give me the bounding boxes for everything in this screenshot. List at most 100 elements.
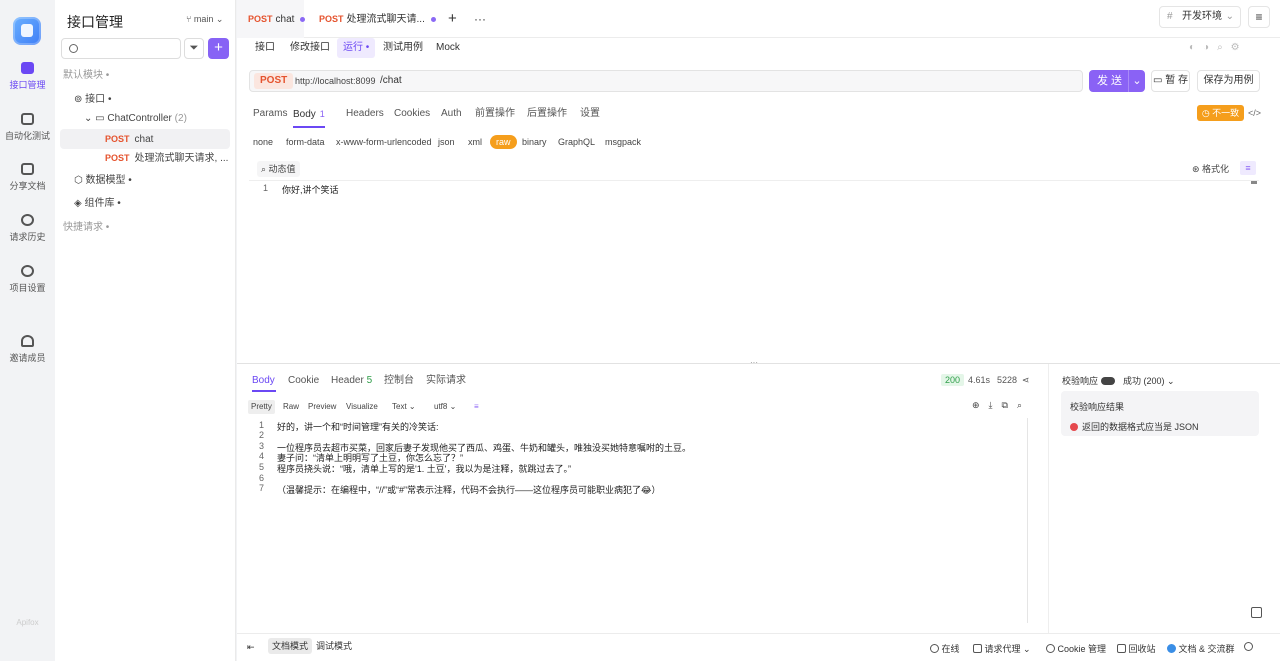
more-tabs-button[interactable]: ··· [474,0,486,38]
tree-item-components[interactable]: ◈ 组件库 • [55,194,236,214]
tree-item-chat[interactable]: POST chat [60,129,230,149]
path-input[interactable]: /chat [380,71,402,91]
body-type-raw[interactable]: raw [490,135,517,149]
body-type-urlencoded[interactable]: x-www-form-urlencoded [336,135,432,149]
save-button[interactable]: ▭ 暂 存 [1151,70,1190,92]
resp-tab-header[interactable]: Header 5 [331,374,372,388]
proxy-icon [973,644,982,653]
rail-item-share-docs[interactable]: 分享文档 [0,163,55,192]
subtab-edit[interactable]: 修改接口 [290,38,330,58]
body-type-json[interactable]: json [438,135,455,149]
tab-pre-processors[interactable]: 前置操作 [475,106,515,128]
rail-item-settings[interactable]: 项目设置 [0,265,55,294]
recycle-bin[interactable]: 回收站 [1117,642,1156,655]
method-selector[interactable]: POST [254,73,294,89]
chevron-down-icon[interactable]: ⌄ [1128,70,1145,92]
rail-item-history[interactable]: 请求历史 [0,214,55,243]
tab-params[interactable]: Params [253,106,287,128]
branch-selector[interactable]: ⑂ main ⌄ [186,14,223,25]
subtab-run[interactable]: 运行 • [337,38,376,58]
save-as-case-button[interactable]: 保存为用例 [1197,70,1260,92]
response-actions[interactable]: ⊕⤓⧉⌕ [972,400,1031,411]
encoding-select[interactable]: utf8 ⌄ [434,400,456,414]
toggle-switch[interactable] [1100,377,1115,385]
layout-icon[interactable] [1251,607,1262,618]
branch-icon: ⑂ [186,14,194,24]
validate-status-select[interactable]: 成功 (200) ⌄ [1123,374,1175,387]
validate-toggle[interactable]: 校验响应 [1062,374,1115,387]
subtab-mock[interactable]: Mock [436,38,460,58]
subtab-test-cases[interactable]: 测试用例 [383,38,423,58]
resp-tab-actual-request[interactable]: 实际请求 [426,374,466,388]
tab-cookies[interactable]: Cookies [394,106,430,128]
body-type-none[interactable]: none [253,135,273,149]
body-type-msgpack[interactable]: msgpack [605,135,641,149]
scrollbar[interactable] [1027,418,1028,623]
send-button[interactable]: 发 送 ⌄ [1089,70,1145,92]
body-type-form-data[interactable]: form-data [286,135,325,149]
tab-stream-chat[interactable]: POST 处理流式聊天请... [319,0,436,38]
body-type-graphql[interactable]: GraphQL [558,135,595,149]
inconsistent-badge[interactable]: ◷ 不一致 [1197,105,1244,121]
dynamic-value-button[interactable]: ⌕ 动态值 [257,161,300,177]
tab-chat[interactable]: POST chat [237,0,306,38]
left-rail: 接口管理 自动化测试 分享文档 请求历史 项目设置 邀请成员 Apifox [0,0,55,661]
new-tab-button[interactable]: + [448,0,457,38]
body-type-xml[interactable]: xml [468,135,482,149]
rail-item-api[interactable]: 接口管理 [0,62,55,91]
menu-button[interactable]: ≡ [1248,6,1270,28]
debug-mode-button[interactable]: 调试模式 [312,638,356,654]
view-pretty[interactable]: Pretty [248,400,275,414]
online-status[interactable]: 在线 [930,642,960,655]
resp-tab-body[interactable]: Body [252,374,275,388]
clock-icon [21,214,34,226]
tree-item-quick-requests[interactable]: 快捷请求 • [55,218,236,238]
resp-tab-console[interactable]: 控制台 [384,374,414,388]
wrap-icon[interactable]: ≡ [474,400,479,414]
filter-button[interactable]: ⏷ [184,38,204,59]
tab-headers[interactable]: Headers [346,106,384,128]
body-type-binary[interactable]: binary [522,135,547,149]
scroll-marker[interactable] [1251,181,1257,184]
tab-post-processors[interactable]: 后置操作 [527,106,567,128]
environment-selector[interactable]: # 开发环境 ⌄ [1159,6,1241,28]
resp-tab-cookie[interactable]: Cookie [288,374,319,388]
collapse-icon[interactable]: ⇤ [247,642,255,653]
help-icon[interactable] [1244,642,1253,652]
cookie-manager[interactable]: Cookie 管理 [1046,642,1106,655]
doc-mode-button[interactable]: 文档模式 [268,638,313,654]
wand-icon: ⌕ [261,164,269,174]
sidebar-search-input[interactable] [61,38,181,59]
tab-settings[interactable]: 设置 [580,106,600,128]
docs-community[interactable]: 文档 & 交流群 [1167,642,1235,655]
unsaved-dot [430,16,436,22]
plus-icon: + [448,10,457,27]
view-raw[interactable]: Raw [283,400,299,414]
tree-item-chatcontroller[interactable]: ⌄ ▭ ChatController (2) [55,109,236,129]
drag-handle-icon[interactable]: ··· [750,358,758,367]
view-visualize[interactable]: Visualize [346,400,378,414]
request-body-editor[interactable]: 1 你好,讲个笑话 [249,180,1259,362]
rail-item-invite[interactable]: 邀请成员 [0,335,55,364]
tree-item-api-folder[interactable]: ⊚ 接口 • [55,90,236,110]
view-preview[interactable]: Preview [308,400,336,414]
share-icon[interactable]: ⋖ [1022,375,1030,386]
filter-icon: ⏷ [189,42,199,54]
tab-body[interactable]: Body 1 [293,106,325,128]
add-button[interactable]: + [208,38,229,59]
request-proxy[interactable]: 请求代理 ⌄ [973,642,1031,655]
toolbar-icons[interactable]: ◐◑⌕⚙ [1189,42,1248,53]
cube-icon: ⬡ [74,175,86,186]
rail-item-automation[interactable]: 自动化测试 [0,113,55,142]
url-bar[interactable]: POST http://localhost:8099 /chat [249,70,1083,92]
wrap-icon[interactable]: ≡ [1240,161,1256,175]
tree-item-default-module[interactable]: 默认模块 • [55,66,236,86]
tree-item-data-models[interactable]: ⬡ 数据模型 • [55,171,236,191]
code-icon[interactable]: </> [1248,108,1261,118]
subtab-api[interactable]: 接口 [255,38,275,58]
tree-item-stream-chat[interactable]: POST 处理流式聊天请求, ... [55,148,236,168]
tab-auth[interactable]: Auth [441,106,462,128]
format-button[interactable]: ⊛ 格式化 [1192,162,1229,175]
format-select[interactable]: Text ⌄ [392,400,416,414]
main-panel: 接口 修改接口 运行 • 测试用例 Mock ◐◑⌕⚙ POST http://… [237,38,1280,661]
